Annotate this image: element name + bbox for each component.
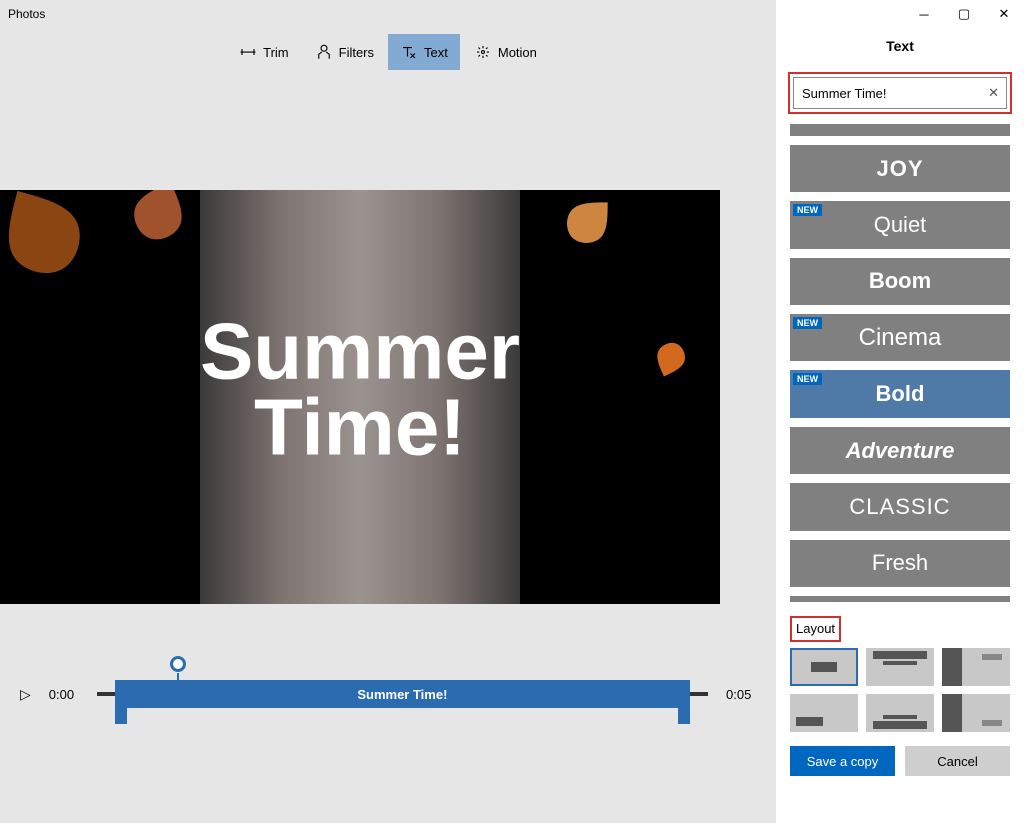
actions: Save a copy Cancel	[776, 746, 1024, 786]
motion-label: Motion	[498, 45, 537, 60]
minimize-button[interactable]: ─	[904, 0, 944, 28]
text-button[interactable]: Text	[388, 34, 460, 70]
timeline[interactable]: Summer Time!	[97, 664, 708, 724]
video-preview[interactable]: Summer Time!	[0, 190, 720, 604]
filters-icon	[315, 43, 333, 61]
side-panel: ─ ▢ ✕ Text ✕ JOY NEWQuiet Boom NEWCinema…	[776, 0, 1024, 823]
style-adventure[interactable]: Adventure	[790, 427, 1010, 474]
leaf-decoration	[643, 333, 697, 387]
text-input-highlight: ✕	[788, 72, 1012, 114]
main-area: Photos Trim Filters Text Motion Summer	[0, 0, 776, 823]
window-controls: ─ ▢ ✕	[776, 0, 1024, 28]
style-quiet[interactable]: NEWQuiet	[790, 201, 1010, 248]
style-cinema[interactable]: NEWCinema	[790, 314, 1010, 361]
leaf-decoration	[114, 190, 206, 256]
layout-grid	[790, 648, 1010, 732]
layout-upper-right[interactable]	[942, 648, 1010, 686]
style-classic[interactable]: CLASSIC	[790, 483, 1010, 530]
playhead[interactable]	[170, 656, 186, 672]
panel-title: Text	[776, 28, 1024, 72]
style-joy[interactable]: JOY	[790, 145, 1010, 192]
layout-label-highlight: Layout	[790, 616, 841, 642]
trim-label: Trim	[263, 45, 289, 60]
maximize-button[interactable]: ▢	[944, 0, 984, 28]
style-item[interactable]	[790, 124, 1010, 136]
layout-bottom[interactable]	[866, 694, 934, 732]
style-item[interactable]	[790, 596, 1010, 602]
leaf-decoration	[548, 190, 633, 262]
play-button[interactable]: ▷	[20, 686, 31, 703]
clear-input-icon[interactable]: ✕	[988, 85, 999, 101]
timeline-clip[interactable]: Summer Time!	[115, 680, 690, 708]
new-badge: NEW	[793, 204, 822, 216]
app-title: Photos	[0, 0, 776, 28]
leaf-decoration	[0, 190, 114, 304]
close-button[interactable]: ✕	[984, 0, 1024, 28]
caption-input[interactable]	[793, 77, 1007, 109]
layout-top[interactable]	[866, 648, 934, 686]
style-boom[interactable]: Boom	[790, 258, 1010, 305]
style-fresh[interactable]: Fresh	[790, 540, 1010, 587]
cancel-button[interactable]: Cancel	[905, 746, 1010, 776]
timeline-area: ▷ 0:00 Summer Time! 0:05	[0, 604, 776, 744]
filters-label: Filters	[339, 45, 374, 60]
time-start: 0:00	[49, 687, 79, 702]
save-copy-button[interactable]: Save a copy	[790, 746, 895, 776]
layout-section: Layout	[776, 602, 1024, 746]
overlay-line1: Summer	[200, 313, 520, 389]
layout-lower-right[interactable]	[942, 694, 1010, 732]
time-end: 0:05	[726, 687, 756, 702]
toolbar: Trim Filters Text Motion	[0, 28, 776, 76]
text-label: Text	[424, 45, 448, 60]
text-icon	[400, 43, 418, 61]
trim-button[interactable]: Trim	[227, 34, 301, 70]
new-badge: NEW	[793, 373, 822, 385]
filters-button[interactable]: Filters	[303, 34, 386, 70]
overlay-text: Summer Time!	[200, 313, 520, 465]
trim-handle-right[interactable]	[678, 708, 690, 724]
overlay-line2: Time!	[200, 389, 520, 465]
styles-list[interactable]: JOY NEWQuiet Boom NEWCinema NEWBold Adve…	[790, 124, 1010, 602]
trim-handle-left[interactable]	[115, 708, 127, 724]
style-bold[interactable]: NEWBold	[790, 370, 1010, 417]
layout-center[interactable]	[790, 648, 858, 686]
layout-lower-left[interactable]	[790, 694, 858, 732]
trim-icon	[239, 43, 257, 61]
motion-icon	[474, 43, 492, 61]
layout-label: Layout	[796, 621, 835, 636]
preview-area: Summer Time! ▷ 0:00 Summer Time! 0:05	[0, 76, 776, 823]
new-badge: NEW	[793, 317, 822, 329]
motion-button[interactable]: Motion	[462, 34, 549, 70]
